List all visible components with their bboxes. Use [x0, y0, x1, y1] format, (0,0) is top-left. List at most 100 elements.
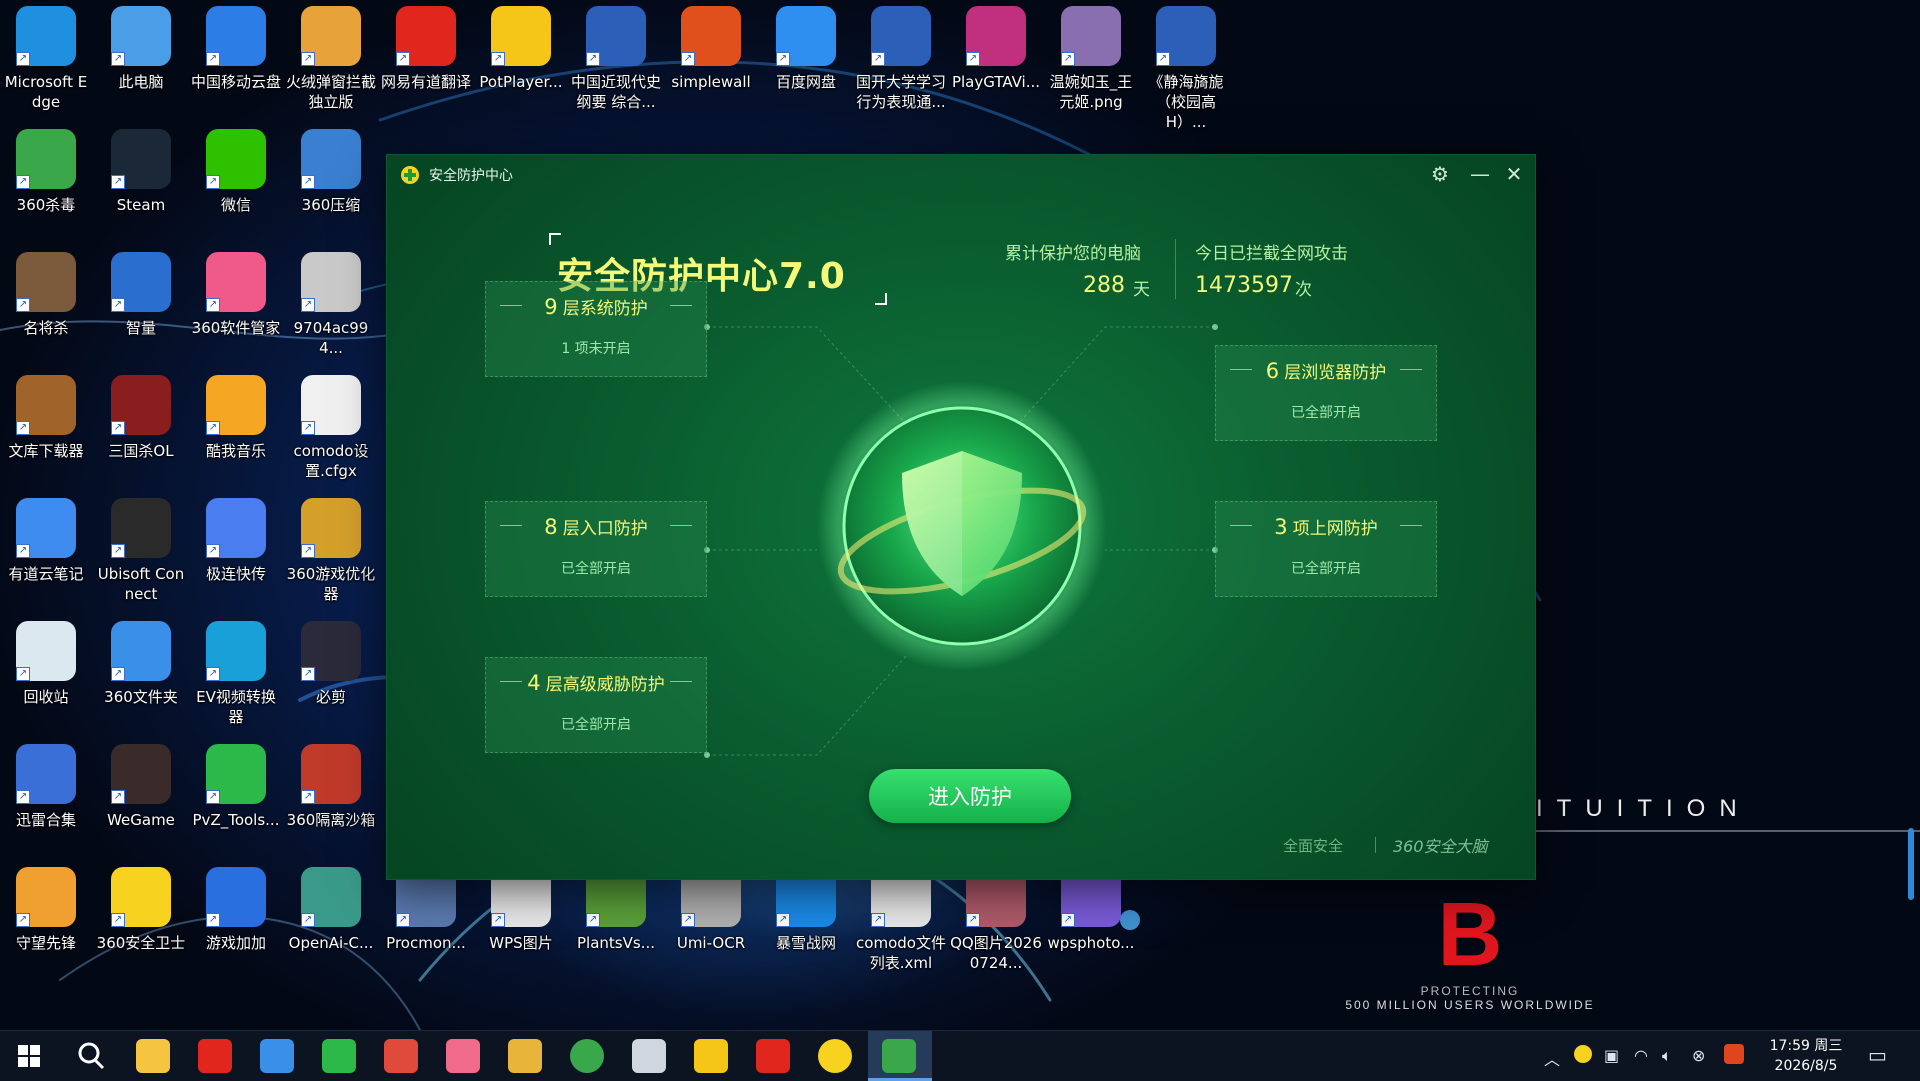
card-status: 已全部开启 [561, 561, 631, 577]
desktop-icon[interactable]: ↗ 360文件夹 [95, 621, 187, 707]
desktop-icon[interactable]: ↗ 《静海旖旎（校园高H）... [1140, 6, 1232, 132]
shortcut-arrow-icon: ↗ [776, 52, 790, 66]
close-circle-icon[interactable]: ⊗ [1692, 1046, 1705, 1065]
desktop-icon[interactable]: ↗ simplewall [665, 6, 757, 92]
desktop-icon-label: simplewall [671, 73, 751, 91]
card-browser-protection[interactable]: 6 层浏览器防护 已全部开启 [1215, 345, 1437, 441]
footer-360-brain[interactable]: 360安全大脑 [1393, 833, 1488, 857]
desktop-icon[interactable]: ↗ 极连快传 [190, 498, 282, 584]
app-icon: ↗ [16, 621, 76, 681]
file-explorer-icon[interactable] [136, 1039, 170, 1073]
desktop-icon[interactable]: ↗ 360游戏优化器 [285, 498, 377, 604]
app-wps-icon[interactable] [756, 1039, 790, 1073]
desktop-icon[interactable]: ↗ 名将杀 [0, 252, 92, 338]
app-potplayer-icon[interactable] [694, 1039, 728, 1073]
desktop-icon[interactable]: ↗ 游戏加加 [190, 867, 282, 953]
security-center-window[interactable]: 安全防护中心 ⚙ — ✕ 安全防护中心7.0 累计保护您的电脑 288 天 今日… [386, 154, 1536, 880]
card-status: 已全部开启 [1291, 561, 1361, 577]
desktop-icon[interactable]: ↗ PlayGTAVi... [950, 6, 1042, 92]
desktop-icon[interactable]: ↗ 国开大学学习行为表现通... [855, 6, 947, 112]
desktop-icon[interactable]: ↗ 360杀毒 [0, 129, 92, 215]
desktop-icon[interactable]: ↗ 360安全卫士 [95, 867, 187, 953]
close-button[interactable]: ✕ [1499, 161, 1529, 187]
desktop-icon[interactable]: ↗ 网易有道翻译 [380, 6, 472, 92]
network-icon[interactable]: ▣ [1604, 1046, 1619, 1065]
desktop-icon-label: 守望先锋 [15, 934, 76, 952]
desktop-icon-label: 酷我音乐 [205, 442, 266, 460]
footer-comprehensive-security[interactable]: 全面安全 [1283, 835, 1343, 856]
shortcut-arrow-icon: ↗ [16, 544, 30, 558]
wifi-icon[interactable]: ◠ [1634, 1046, 1648, 1065]
desktop-icon[interactable]: ↗ 文库下载器 [0, 375, 92, 461]
app-screenshot-icon[interactable] [632, 1039, 666, 1073]
app-blue-note-icon[interactable] [260, 1039, 294, 1073]
card-num: 4 [527, 671, 541, 695]
desktop-icon[interactable]: ↗ Steam [95, 129, 187, 215]
windows-start-icon[interactable] [12, 1039, 46, 1073]
desktop-icon[interactable]: ↗ comodo设置.cfgx [285, 375, 377, 481]
app-icon: ↗ [776, 6, 836, 66]
window-title: 安全防护中心 [429, 168, 513, 184]
card-internet-protection[interactable]: 3 项上网防护 已全部开启 [1215, 501, 1437, 597]
desktop-icon[interactable]: ↗ 9704ac994... [285, 252, 377, 358]
desktop-icon[interactable]: ↗ PvZ_Tools... [190, 744, 282, 830]
desktop-icon[interactable]: ↗ 此电脑 [95, 6, 187, 92]
desktop-icon[interactable]: ↗ 智量 [95, 252, 187, 338]
system-clock[interactable]: 17:59 周三 2026/8/5 [1766, 1036, 1846, 1076]
volume-icon[interactable]: 🔈︎ [1662, 1046, 1672, 1066]
desktop-icon[interactable]: ↗ 360软件管家 [190, 252, 282, 338]
desktop-icon[interactable]: ↗ WeGame [95, 744, 187, 830]
desktop-icon[interactable]: ↗ 中国近现代史纲要 综合... [570, 6, 662, 112]
app-icon: ↗ [16, 867, 76, 927]
desktop-icon[interactable]: ↗ 微信 [190, 129, 282, 215]
shortcut-arrow-icon: ↗ [206, 667, 220, 681]
search-icon[interactable] [74, 1039, 108, 1073]
desktop-icon[interactable]: ↗ 必剪 [285, 621, 377, 707]
enter-protection-button[interactable]: 进入防护 [869, 769, 1071, 823]
desktop-icon[interactable]: ↗ 酷我音乐 [190, 375, 282, 461]
card-entry-protection[interactable]: 8 层入口防护 已全部开启 [485, 501, 707, 597]
app-icon: ↗ [301, 621, 361, 681]
desktop-icon[interactable]: ↗ Ubisoft Connect [95, 498, 187, 604]
desktop-icon[interactable]: ↗ 迅雷合集 [0, 744, 92, 830]
app-green-ball-icon[interactable] [570, 1039, 604, 1073]
desktop-icon-label: 暴雪战网 [775, 934, 836, 952]
app-icon: ↗ [491, 6, 551, 66]
sogou-icon[interactable] [1724, 1044, 1744, 1064]
desktop-icon[interactable]: ↗ 回收站 [0, 621, 92, 707]
app-red-diamond-icon[interactable] [198, 1039, 232, 1073]
app-360-guard-icon[interactable] [818, 1039, 852, 1073]
notification-icon[interactable]: ▭ [1868, 1043, 1887, 1067]
desktop-icon[interactable]: ↗ PotPlayer... [475, 6, 567, 92]
desktop-icon[interactable]: ↗ 火绒弹窗拦截独立版 [285, 6, 377, 112]
desktop-icon[interactable]: ↗ 三国杀OL [95, 375, 187, 461]
desktop-icon[interactable]: ↗ 温婉如玉_王元姬.png [1045, 6, 1137, 112]
app-green-sheet-icon[interactable] [322, 1039, 356, 1073]
desktop-icon[interactable]: ↗ 中国移动云盘 [190, 6, 282, 92]
desktop-icon[interactable]: ↗ 百度网盘 [760, 6, 852, 92]
desktop-icon[interactable]: ↗ EV视频转换器 [190, 621, 282, 727]
chevron-up-icon[interactable]: ︿ [1544, 1046, 1560, 1070]
settings-gear-icon[interactable]: ⚙ [1425, 161, 1455, 187]
app-bilibili-icon[interactable] [446, 1039, 480, 1073]
shortcut-arrow-icon: ↗ [1061, 52, 1075, 66]
window-titlebar[interactable]: 安全防护中心 ⚙ — ✕ [387, 155, 1535, 193]
desktop-icon[interactable]: ↗ 有道云笔记 [0, 498, 92, 584]
app-shield-active-icon[interactable] [882, 1039, 916, 1073]
app-chrome-icon[interactable] [508, 1039, 542, 1073]
desktop-icon-label: WeGame [107, 811, 175, 829]
app-red-window-icon[interactable] [384, 1039, 418, 1073]
desktop-icon[interactable]: ↗ 守望先锋 [0, 867, 92, 953]
card-advanced-threat-protection[interactable]: 4 层高级威胁防护 已全部开启 [485, 657, 707, 753]
desktop-icon[interactable]: ↗ 360隔离沙箱 [285, 744, 377, 830]
360-tray-icon[interactable] [1574, 1045, 1592, 1063]
desktop-icon[interactable]: ↗ comodo文件列表.xml [855, 867, 947, 973]
desktop-icon[interactable]: ↗ 360压缩 [285, 129, 377, 215]
card-system-protection[interactable]: 9 层系统防护 1 项未开启 [485, 281, 707, 377]
desktop-icon-label: 必剪 [315, 688, 346, 706]
minimize-button[interactable]: — [1465, 161, 1495, 187]
desktop-icon-label: comodo文件列表.xml [856, 934, 946, 972]
desktop-icon[interactable]: ↗ OpenAi-C... [285, 867, 377, 953]
desktop-icon[interactable]: ↗ QQ图片20260724... [950, 867, 1042, 973]
desktop-icon[interactable]: ↗ Microsoft Edge [0, 6, 92, 112]
